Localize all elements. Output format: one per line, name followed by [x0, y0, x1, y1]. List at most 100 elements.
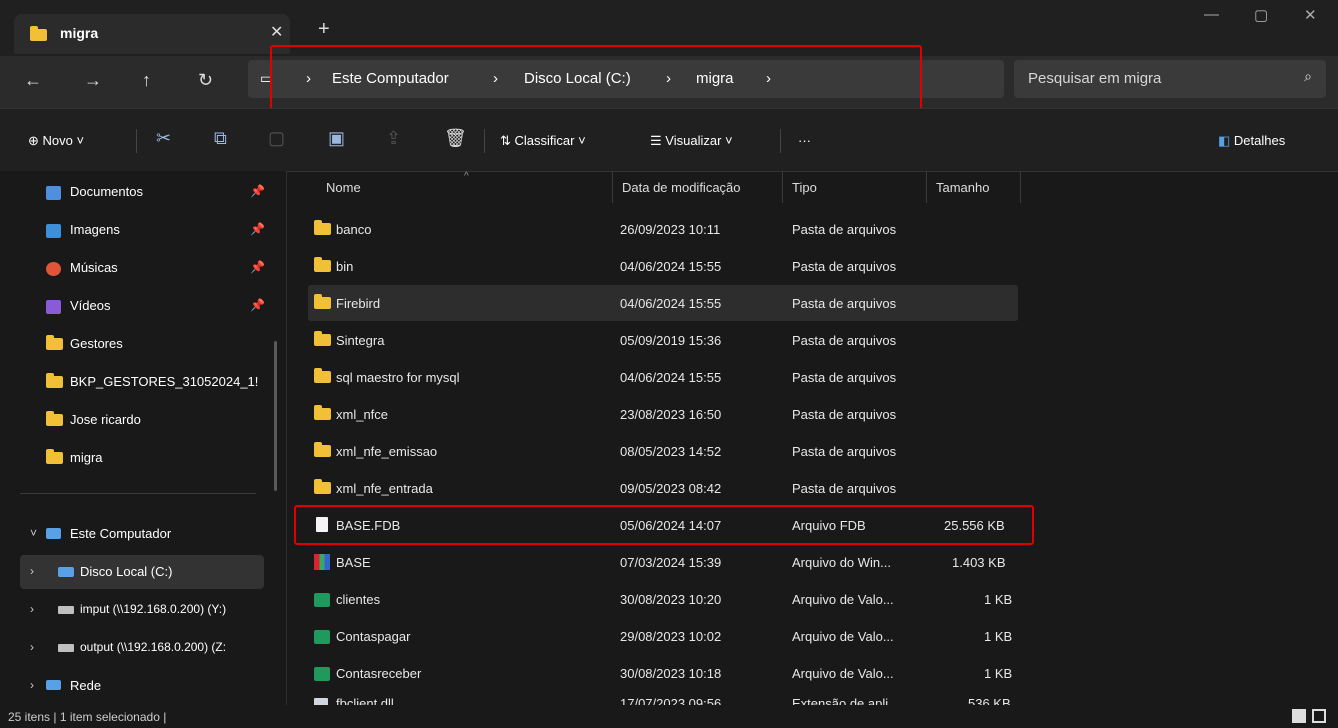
sidebar-item-imagens[interactable]: Imagens 📌 [0, 213, 270, 247]
thumbnail-view-icon[interactable] [1312, 709, 1326, 723]
column-divider[interactable] [782, 171, 783, 203]
sidebar-item-label: Vídeos [70, 298, 111, 313]
sidebar-item-documentos[interactable]: Documentos 📌 [0, 175, 270, 209]
file-row[interactable]: fbclient.dll 17/07/2023 09:56 Extensão d… [308, 692, 1308, 705]
file-type: Pasta de arquivos [792, 370, 897, 385]
column-header-size[interactable]: Tamanho [936, 180, 989, 195]
sidebar-item-jose-ricardo[interactable]: Jose ricardo [0, 403, 270, 437]
new-tab-button[interactable]: + [318, 18, 330, 41]
status-text: 25 itens | 1 item selecionado | [8, 710, 167, 724]
file-row[interactable]: bin 04/06/2024 15:55 Pasta de arquivos [308, 248, 1308, 284]
maximize-button[interactable]: ▢ [1254, 6, 1268, 24]
search-input[interactable]: Pesquisar em migra ⌕ [1014, 60, 1326, 98]
file-row[interactable]: Sintegra 05/09/2019 15:36 Pasta de arqui… [308, 322, 1308, 358]
file-type: Pasta de arquivos [792, 222, 897, 237]
file-name: BASE [336, 555, 371, 570]
view-button[interactable]: ☰ Visualizar ˅ [650, 133, 733, 149]
chevron-right-icon[interactable]: › [30, 640, 34, 654]
details-button[interactable]: ◧ Detalhes [1218, 133, 1285, 149]
file-date: 05/09/2019 15:36 [620, 333, 722, 348]
rename-icon[interactable]: ▣ [328, 128, 345, 149]
sidebar-item-label: imput (\\192.168.0.200) (Y:) [80, 602, 227, 616]
column-divider[interactable] [926, 171, 927, 203]
sidebar-scrollbar[interactable] [274, 341, 277, 491]
chevron-right-icon[interactable]: › [30, 678, 34, 692]
close-window-button[interactable]: ✕ [1304, 6, 1317, 24]
file-date: 08/05/2023 14:52 [620, 444, 722, 459]
file-row[interactable]: BASE 07/03/2024 15:39 Arquivo do Win... … [308, 544, 1308, 580]
sidebar-item-label: Imagens [70, 222, 120, 237]
file-name: Sintegra [336, 333, 385, 348]
sort-button[interactable]: ⇅ Classificar ˅ [500, 133, 586, 149]
pin-icon[interactable]: 📌 [250, 260, 265, 274]
sidebar-item-label: Documentos [70, 184, 143, 199]
chevron-down-icon[interactable]: ˅ [30, 526, 37, 540]
sidebar-item-gestores[interactable]: Gestores [0, 327, 270, 361]
sidebar-item-label: BKP_GESTORES_31052024_1! [70, 374, 259, 389]
sidebar-item-bkp-gestores[interactable]: BKP_GESTORES_31052024_1! [0, 365, 270, 399]
file-name: Firebird [336, 296, 381, 311]
file-row[interactable]: xml_nfe_entrada 09/05/2023 08:42 Pasta d… [308, 470, 1308, 506]
network-icon [46, 680, 61, 690]
folder-icon [314, 405, 331, 420]
copy-icon[interactable]: ⧉ [214, 128, 227, 149]
more-options-button[interactable]: ··· [798, 133, 811, 148]
chevron-right-icon[interactable]: › [30, 602, 34, 616]
sidebar-item-imput[interactable]: › imput (\\192.168.0.200) (Y:) [0, 593, 270, 627]
close-tab-icon[interactable]: ✕ [270, 22, 283, 42]
column-header-type[interactable]: Tipo [792, 180, 817, 195]
column-divider[interactable] [1020, 171, 1021, 203]
folder-icon [314, 331, 331, 346]
up-icon[interactable]: ↑ [142, 70, 151, 91]
sidebar-item-disco-local[interactable]: › Disco Local (C:) [20, 555, 264, 589]
file-row[interactable]: Contaspagar 29/08/2023 10:02 Arquivo de … [308, 618, 1308, 654]
minimize-button[interactable]: — [1204, 6, 1219, 23]
sidebar-item-musicas[interactable]: Músicas 📌 [0, 251, 270, 285]
chevron-right-icon[interactable]: › [30, 564, 34, 578]
file-size: 536 KB [968, 696, 1011, 705]
forward-icon[interactable]: → [84, 70, 102, 91]
new-button[interactable]: ⊕ Novo ˅ [28, 133, 84, 149]
file-row[interactable]: Contasreceber 30/08/2023 10:18 Arquivo d… [308, 655, 1308, 691]
column-header-name[interactable]: Nome [326, 180, 361, 195]
sidebar-item-migra[interactable]: migra [0, 441, 270, 475]
pin-icon[interactable]: 📌 [250, 298, 265, 312]
sidebar-item-label: Este Computador [70, 526, 172, 541]
tab-migra[interactable]: migra ✕ [14, 14, 290, 54]
share-icon[interactable]: ⇪ [386, 128, 401, 149]
file-row[interactable]: xml_nfce 23/08/2023 16:50 Pasta de arqui… [308, 396, 1308, 432]
paste-icon[interactable]: ▢ [268, 128, 285, 149]
column-header-date[interactable]: Data de modificação [622, 180, 741, 195]
column-divider[interactable] [612, 171, 613, 203]
file-row[interactable]: clientes 30/08/2023 10:20 Arquivo de Val… [308, 581, 1308, 617]
sidebar-item-label: Disco Local (C:) [80, 564, 173, 579]
documents-icon [46, 186, 61, 200]
file-size: 1 KB [984, 629, 1013, 644]
sidebar-item-output[interactable]: › output (\\192.168.0.200) (Z: [0, 631, 270, 665]
file-date: 30/08/2023 10:18 [620, 666, 722, 681]
network-drive-icon [58, 606, 74, 614]
sidebar-item-videos[interactable]: Vídeos 📌 [0, 289, 270, 323]
details-label: Detalhes [1233, 133, 1286, 148]
refresh-icon[interactable]: ↻ [198, 70, 213, 91]
search-icon[interactable]: ⌕ [1304, 68, 1312, 85]
file-type: Pasta de arquivos [792, 296, 897, 311]
file-name: Contaspagar [336, 629, 411, 644]
file-name: Contasreceber [336, 666, 422, 681]
cut-icon[interactable]: ✂ [156, 128, 171, 149]
file-row[interactable]: banco 26/09/2023 10:11 Pasta de arquivos [308, 211, 1308, 247]
tab-title: migra [60, 25, 99, 41]
folder-icon [46, 411, 63, 426]
pin-icon[interactable]: 📌 [250, 222, 265, 236]
delete-icon[interactable]: 🗑 [444, 128, 467, 149]
file-row[interactable]: Firebird 04/06/2024 15:55 Pasta de arqui… [308, 285, 1018, 321]
sidebar-item-este-computador[interactable]: ˅ Este Computador [0, 517, 270, 551]
file-type: Arquivo de Valo... [792, 666, 894, 681]
back-icon[interactable]: ← [24, 70, 42, 91]
sidebar-item-rede[interactable]: › Rede [0, 669, 270, 703]
pin-icon[interactable]: 📌 [250, 184, 265, 198]
file-row[interactable]: sql maestro for mysql 04/06/2024 15:55 P… [308, 359, 1308, 395]
file-list: Nome ^ Data de modificação Tipo Tamanho … [288, 171, 1338, 705]
file-row[interactable]: xml_nfe_emissao 08/05/2023 14:52 Pasta d… [308, 433, 1308, 469]
details-view-icon[interactable] [1292, 709, 1306, 723]
